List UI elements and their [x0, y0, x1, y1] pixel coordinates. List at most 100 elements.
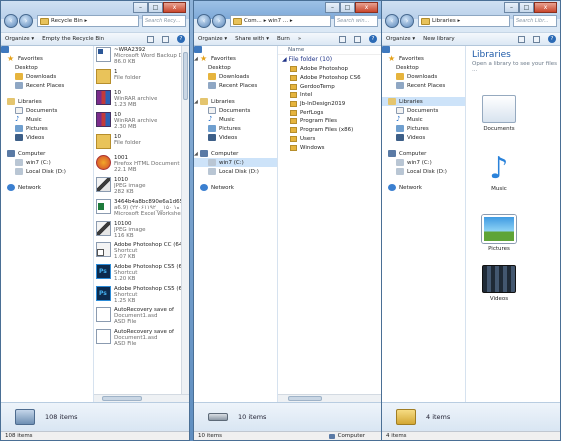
- file-tile[interactable]: 1001 Firefox HTML Document 22.1 MB: [94, 154, 189, 176]
- nav-pictures[interactable]: Pictures: [1, 124, 93, 133]
- organize-button[interactable]: Organize ▾: [198, 36, 227, 42]
- organize-button[interactable]: Organize ▾: [5, 36, 34, 42]
- nav-drive-d[interactable]: Local Disk (D:): [1, 167, 93, 176]
- nav-downloads[interactable]: Downloads: [1, 72, 93, 81]
- breadcrumb-chevron-icon[interactable]: ▸: [264, 18, 267, 24]
- nav-music[interactable]: ♪ Music: [1, 115, 93, 124]
- nav-videos[interactable]: Videos: [382, 133, 465, 142]
- empty-recycle-bin-button[interactable]: Empty the Recycle Bin: [42, 36, 104, 42]
- nav-computer[interactable]: ◢ Computer: [194, 149, 277, 158]
- nav-drive-c[interactable]: win7 (C:): [1, 158, 93, 167]
- forward-arrow-icon[interactable]: ›: [19, 14, 33, 28]
- burn-button[interactable]: Burn: [277, 36, 290, 42]
- nav-libraries[interactable]: Libraries: [382, 97, 465, 106]
- library-pictures[interactable]: Pictures: [469, 215, 529, 252]
- search-input[interactable]: Search Libr...: [513, 15, 557, 27]
- breadcrumb-chevron-icon[interactable]: ▸: [84, 18, 87, 24]
- more-commands-button[interactable]: »: [298, 36, 301, 42]
- file-tile[interactable]: 1010 JPEG image 282 KB: [94, 176, 189, 198]
- nav-computer[interactable]: Computer: [382, 149, 465, 158]
- organize-button[interactable]: Organize ▾: [386, 36, 415, 42]
- folder-row[interactable]: Program Files (x86): [278, 126, 381, 135]
- folder-row[interactable]: Adobe Photoshop CS6: [278, 74, 381, 83]
- nav-favorites[interactable]: ★ Favorites: [1, 54, 93, 63]
- library-music[interactable]: ♪ Music: [469, 154, 529, 193]
- file-tile[interactable]: AutoRecovery save of Document1.asd ASD Fil…: [94, 306, 189, 328]
- share-with-button[interactable]: Share with ▾: [235, 36, 269, 42]
- forward-arrow-icon[interactable]: ›: [212, 14, 226, 28]
- views-icon[interactable]: [518, 35, 525, 43]
- help-icon[interactable]: ?: [548, 35, 556, 43]
- library-videos[interactable]: Videos: [469, 265, 529, 302]
- group-header[interactable]: ◢ File folder (10): [278, 55, 381, 65]
- nav-downloads[interactable]: Downloads: [194, 72, 277, 81]
- address-bar[interactable]: Com... ▸ win7 ... ▸: [230, 15, 331, 27]
- back-arrow-icon[interactable]: ‹: [197, 14, 211, 28]
- file-tile[interactable]: AutoRecovery save of Document1.asd ASD Fil…: [94, 328, 189, 350]
- new-library-button[interactable]: New library: [423, 36, 454, 42]
- views-icon[interactable]: [339, 35, 346, 43]
- file-tile[interactable]: 3464b4a8bc890e6a1d65e a6.9) (۲۲۰۶۱۱۹۲_ _ه…: [94, 198, 189, 220]
- nav-recent-places[interactable]: Recent Places: [194, 81, 277, 90]
- nav-recent-places[interactable]: Recent Places: [382, 81, 465, 90]
- views-icon[interactable]: [147, 35, 154, 43]
- horizontal-scrollbar[interactable]: [278, 394, 381, 402]
- file-tile[interactable]: 1 File folder: [94, 68, 189, 90]
- scroll-thumb[interactable]: [102, 396, 142, 401]
- folder-row[interactable]: PerfLogs: [278, 108, 381, 117]
- nav-videos[interactable]: Videos: [1, 133, 93, 142]
- search-input[interactable]: Search Recy...: [142, 15, 186, 27]
- breadcrumb-computer[interactable]: Com...: [244, 18, 262, 24]
- address-bar[interactable]: Recycle Bin ▸: [37, 15, 139, 27]
- folder-row[interactable]: Intel: [278, 91, 381, 100]
- nav-libraries[interactable]: ◢ Libraries: [194, 97, 277, 106]
- nav-documents[interactable]: Documents: [1, 106, 93, 115]
- file-tile[interactable]: 10 File folder: [94, 133, 189, 155]
- nav-network[interactable]: Network: [1, 183, 93, 192]
- nav-desktop[interactable]: Desktop: [1, 46, 93, 72]
- folder-row[interactable]: GerdooTemp: [278, 82, 381, 91]
- file-tile[interactable]: 10 WinRAR archive 1.23 MB: [94, 89, 189, 111]
- back-arrow-icon[interactable]: ‹: [4, 14, 18, 28]
- library-documents[interactable]: Documents: [469, 95, 529, 132]
- breadcrumb-win7[interactable]: win7 ...: [268, 18, 288, 24]
- nav-music[interactable]: ♪ Music: [382, 115, 465, 124]
- nav-computer[interactable]: Computer: [1, 149, 93, 158]
- file-tile[interactable]: ~WRA2392 Microsoft Word Backup D... 86.0 K…: [94, 46, 189, 68]
- horizontal-scrollbar[interactable]: [94, 394, 189, 402]
- nav-drive-d[interactable]: Local Disk (D:): [382, 167, 465, 176]
- nav-desktop[interactable]: Desktop: [382, 46, 465, 72]
- nav-music[interactable]: ♪ Music: [194, 115, 277, 124]
- help-icon[interactable]: ?: [177, 35, 185, 43]
- nav-pictures[interactable]: Pictures: [382, 124, 465, 133]
- nav-libraries[interactable]: Libraries: [1, 97, 93, 106]
- file-tile[interactable]: 10 WinRAR archive 2.30 MB: [94, 111, 189, 133]
- scroll-thumb[interactable]: [183, 52, 188, 100]
- folder-row[interactable]: Users: [278, 135, 381, 144]
- file-tile[interactable]: Adobe Photoshop CS5 (6Shortcut1.25 KB: [94, 285, 189, 307]
- folder-row[interactable]: Windows: [278, 143, 381, 152]
- folder-row[interactable]: Program Files: [278, 117, 381, 126]
- preview-pane-icon[interactable]: [533, 35, 540, 43]
- nav-favorites[interactable]: ★ Favorites: [382, 54, 465, 63]
- breadcrumb-chevron-icon[interactable]: ▸: [290, 18, 293, 24]
- nav-recent-places[interactable]: Recent Places: [1, 81, 93, 90]
- nav-videos[interactable]: Videos: [194, 133, 277, 142]
- folder-row[interactable]: Jb-InDesign2019: [278, 100, 381, 109]
- preview-pane-icon[interactable]: [354, 35, 361, 43]
- nav-desktop[interactable]: Desktop: [194, 46, 277, 72]
- scroll-thumb[interactable]: [288, 396, 322, 401]
- nav-network[interactable]: Network: [194, 183, 277, 192]
- nav-documents[interactable]: Documents: [194, 106, 277, 115]
- address-bar[interactable]: Libraries ▸: [418, 15, 510, 27]
- nav-documents[interactable]: Documents: [382, 106, 465, 115]
- nav-downloads[interactable]: Downloads: [382, 72, 465, 81]
- nav-drive-d[interactable]: Local Disk (D:): [194, 167, 277, 176]
- breadcrumb-recycle-bin[interactable]: Recycle Bin: [51, 18, 83, 24]
- forward-arrow-icon[interactable]: ›: [400, 14, 414, 28]
- file-tile[interactable]: Adobe Photoshop CC (64 Shortcut 1.07 KB: [94, 241, 189, 263]
- breadcrumb-chevron-icon[interactable]: ▸: [458, 18, 461, 24]
- search-input[interactable]: Search win...: [334, 15, 378, 27]
- nav-network[interactable]: Network: [382, 183, 465, 192]
- breadcrumb-libraries[interactable]: Libraries: [432, 18, 456, 24]
